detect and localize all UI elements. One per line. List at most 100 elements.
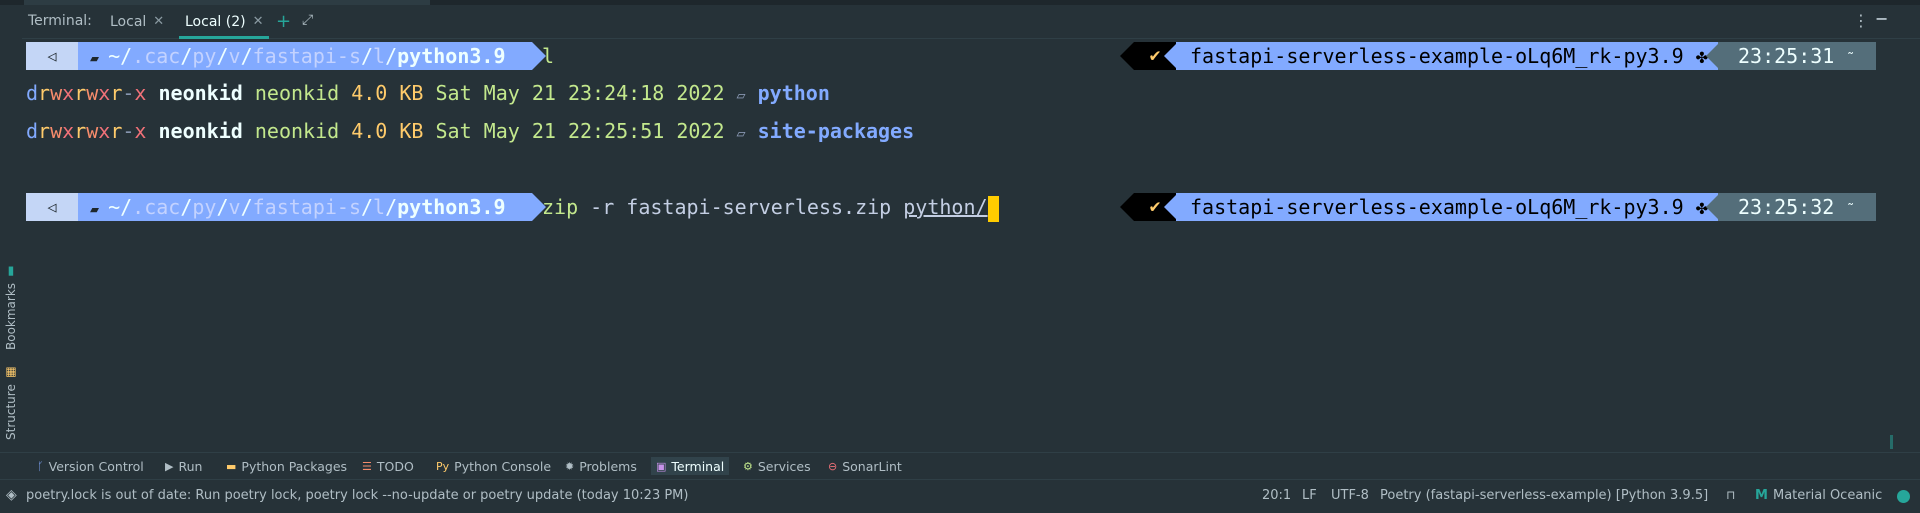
prompt-time: 23:25:31: [1738, 44, 1835, 68]
prompt-path-segment: ▰ ~/.cac/py/v/fastapi-s/l/python3.9: [78, 42, 532, 70]
prompt-time: 23:25:32: [1738, 195, 1835, 219]
file-name: python: [757, 81, 830, 105]
bookmarks-label: Bookmarks: [4, 282, 18, 350]
path-home: ~: [108, 195, 121, 219]
tool-label: Problems: [579, 458, 637, 474]
status-bar: ◈ poetry.lock is out of date: Run poetry…: [0, 479, 1920, 513]
env-name: fastapi-serverless-example-oLq6M_rk-py3.…: [1190, 44, 1684, 68]
terminal-tab-bar: Terminal: Local ✕ Local (2) ✕ + ⤢ ⋮ −: [0, 5, 1920, 39]
caret-position[interactable]: 20:1: [1262, 488, 1291, 503]
layers-icon[interactable]: ◈: [6, 487, 17, 503]
tool-todo[interactable]: ☰ TODO: [357, 457, 419, 475]
listing-row: drwxrwxr-x neonkid neonkid 4.0 KB Sat Ma…: [26, 81, 830, 105]
terminal-label: Terminal:: [28, 13, 92, 29]
sonarlint-icon: ⊖: [828, 459, 838, 473]
path-part: .cac: [132, 195, 181, 219]
path-part: l: [373, 195, 386, 219]
tool-run[interactable]: ▶ Run: [160, 457, 207, 475]
command-line[interactable]: zip -r fastapi-serverless.zip python/: [542, 193, 999, 222]
time-segment: 23:25:32 ˜: [1718, 193, 1876, 221]
gear-icon: ⚙: [743, 459, 753, 473]
path-part: .cac: [132, 44, 181, 68]
tab-label: Local (2): [185, 13, 246, 30]
command-text: l: [542, 44, 555, 68]
scrollbar-thumb[interactable]: [1890, 435, 1893, 449]
tool-python-packages[interactable]: ▬ Python Packages: [221, 457, 352, 475]
python-interpreter[interactable]: Poetry (fastapi-serverless-example) [Pyt…: [1380, 488, 1708, 503]
python-icon: Py: [436, 459, 450, 473]
package-icon: ▬: [226, 459, 237, 473]
folder-icon: ▰: [90, 200, 109, 218]
tool-problems[interactable]: ✹ Problems: [560, 457, 642, 475]
minimize-icon[interactable]: −: [1875, 9, 1888, 28]
tool-terminal[interactable]: ▣ Terminal: [651, 457, 730, 475]
file-group: neonkid: [254, 119, 340, 143]
path-part: v: [228, 44, 241, 68]
terminal-output[interactable]: ◁ ▰ ~/.cac/py/v/fastapi-s/l/python3.9 l …: [24, 38, 1894, 452]
file-owner: neonkid: [158, 119, 243, 143]
structure-tool[interactable]: Structure ▦: [0, 366, 22, 440]
file-name: site-packages: [757, 119, 915, 143]
tool-label: Terminal: [671, 458, 725, 474]
status-arrow: [1120, 42, 1134, 70]
tool-label: Services: [757, 458, 811, 474]
path-current-dir: python3.9: [397, 195, 506, 219]
bookmarks-tool[interactable]: Bookmarks ▮: [0, 265, 22, 350]
folder-icon: ▱: [736, 86, 746, 104]
bug-icon: ✹: [565, 459, 575, 473]
text-cursor: [987, 195, 999, 222]
path-part: v: [228, 195, 241, 219]
env-name: fastapi-serverless-example-oLq6M_rk-py3.…: [1190, 195, 1684, 219]
tool-label: Run: [178, 458, 203, 474]
todo-icon: ☰: [362, 459, 372, 473]
virtualenv-segment: fastapi-serverless-example-oLq6M_rk-py3.…: [1176, 42, 1718, 70]
close-icon[interactable]: ✕: [153, 14, 164, 29]
status-arrow: [1120, 193, 1134, 221]
time-segment: 23:25:31 ˜: [1718, 42, 1876, 70]
left-tool-strip: Bookmarks ▮ Structure ▦: [0, 38, 22, 452]
listing-row: drwxrwxr-x neonkid neonkid 4.0 KB Sat Ma…: [26, 119, 915, 143]
path-part: fastapi-s: [252, 44, 361, 68]
tool-services[interactable]: ⚙ Services: [738, 457, 816, 475]
tool-label: SonarLint: [842, 458, 902, 474]
file-size: 4.0 KB: [351, 81, 424, 105]
tool-sonarlint[interactable]: ⊖ SonarLint: [823, 457, 907, 475]
prompt-back-segment: ◁: [26, 42, 78, 70]
tool-label: TODO: [376, 458, 414, 474]
tool-window-bar: ᚴ Version Control ▶ Run ▬ Python Packages ☰…: [0, 452, 1920, 479]
status-message[interactable]: poetry.lock is out of date: Run poetry l…: [26, 488, 688, 503]
file-size: 4.0 KB: [351, 119, 424, 143]
virtualenv-segment: fastapi-serverless-example-oLq6M_rk-py3.…: [1176, 193, 1718, 221]
plus-icon[interactable]: +: [276, 11, 291, 32]
play-icon: ▶: [165, 459, 174, 473]
expand-icon[interactable]: ⤢: [302, 12, 313, 28]
tab-local-2[interactable]: Local (2) ✕: [178, 5, 271, 39]
tool-label: Python Packages: [241, 458, 348, 474]
line-ending[interactable]: LF: [1302, 488, 1317, 503]
file-date: Sat May 21 23:24:18 2022: [435, 81, 725, 105]
tool-label: Python Console: [454, 458, 552, 474]
command-word: zip: [542, 195, 579, 219]
path-part: py: [192, 195, 217, 219]
lock-icon[interactable]: ⊓: [1726, 488, 1735, 502]
theme-indicator-icon: [1897, 490, 1910, 503]
path-home: ~: [108, 44, 121, 68]
command-args: -r fastapi-serverless.zip: [590, 195, 892, 219]
command-path: python/: [903, 195, 988, 219]
file-group: neonkid: [254, 81, 340, 105]
folder-icon: ▰: [90, 49, 109, 67]
path-part: l: [373, 44, 386, 68]
branch-icon: ᚴ: [37, 459, 44, 473]
tab-label: Local: [110, 13, 147, 30]
tab-local[interactable]: Local ✕: [110, 5, 164, 38]
terminal-icon: ▣: [656, 459, 667, 473]
prompt-path-segment: ▰ ~/.cac/py/v/fastapi-s/l/python3.9: [78, 193, 532, 221]
tool-python-console[interactable]: Py Python Console: [431, 457, 556, 475]
theme-name[interactable]: Material Oceanic: [1773, 488, 1882, 503]
file-owner: neonkid: [158, 81, 243, 105]
kebab-menu-icon[interactable]: ⋮: [1853, 11, 1869, 30]
structure-label: Structure: [4, 384, 18, 440]
close-icon[interactable]: ✕: [253, 14, 264, 29]
file-encoding[interactable]: UTF-8: [1331, 488, 1369, 503]
tool-version-control[interactable]: ᚴ Version Control: [32, 457, 149, 475]
